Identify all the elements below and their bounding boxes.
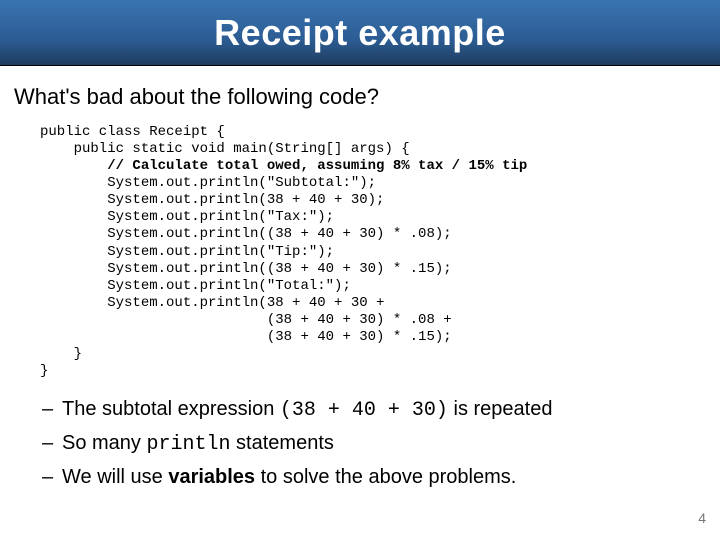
title-bar: Receipt example (0, 0, 720, 66)
code-line: System.out.println("Total:"); (40, 278, 351, 294)
bullet-item: – So many println statements (42, 430, 706, 458)
bullet-text: The subtotal expression (38 + 40 + 30) i… (62, 396, 706, 424)
text-fragment: So many (62, 432, 146, 454)
inline-code: (38 + 40 + 30) (280, 399, 448, 422)
question-text: What's bad about the following code? (14, 84, 706, 110)
code-line: System.out.println("Tax:"); (40, 209, 334, 225)
bullet-text: So many println statements (62, 430, 706, 458)
code-line: System.out.println(38 + 40 + 30); (40, 192, 384, 208)
code-line: (38 + 40 + 30) * .08 + (40, 312, 452, 328)
code-line: System.out.println("Tip:"); (40, 244, 334, 260)
code-block: public class Receipt { public static voi… (40, 124, 706, 380)
code-line: public class Receipt { (40, 124, 225, 140)
bullet-list: – The subtotal expression (38 + 40 + 30)… (42, 396, 706, 491)
bullet-item: – We will use variables to solve the abo… (42, 464, 706, 491)
code-line: } (40, 346, 82, 362)
slide: Receipt example What's bad about the fol… (0, 0, 720, 540)
text-fragment: to solve the above problems. (255, 466, 516, 488)
page-number: 4 (698, 510, 706, 526)
bullet-item: – The subtotal expression (38 + 40 + 30)… (42, 396, 706, 424)
text-fragment: is repeated (448, 398, 553, 420)
inline-code: println (146, 433, 230, 456)
slide-body: What's bad about the following code? pub… (0, 66, 720, 491)
bold-text: variables (168, 466, 255, 488)
code-line: System.out.println("Subtotal:"); (40, 175, 376, 191)
bullet-text: We will use variables to solve the above… (62, 464, 706, 491)
code-line: public static void main(String[] args) { (40, 141, 410, 157)
code-line: System.out.println((38 + 40 + 30) * .08)… (40, 226, 452, 242)
code-line: } (40, 363, 48, 379)
bullet-dash: – (42, 396, 62, 423)
text-fragment: We will use (62, 466, 168, 488)
slide-title: Receipt example (214, 12, 506, 54)
code-line: System.out.println((38 + 40 + 30) * .15)… (40, 261, 452, 277)
code-line: System.out.println(38 + 40 + 30 + (40, 295, 384, 311)
bullet-dash: – (42, 464, 62, 491)
code-line: (38 + 40 + 30) * .15); (40, 329, 452, 345)
code-comment: // Calculate total owed, assuming 8% tax… (40, 158, 527, 174)
bullet-dash: – (42, 430, 62, 457)
text-fragment: statements (231, 432, 334, 454)
text-fragment: The subtotal expression (62, 398, 280, 420)
